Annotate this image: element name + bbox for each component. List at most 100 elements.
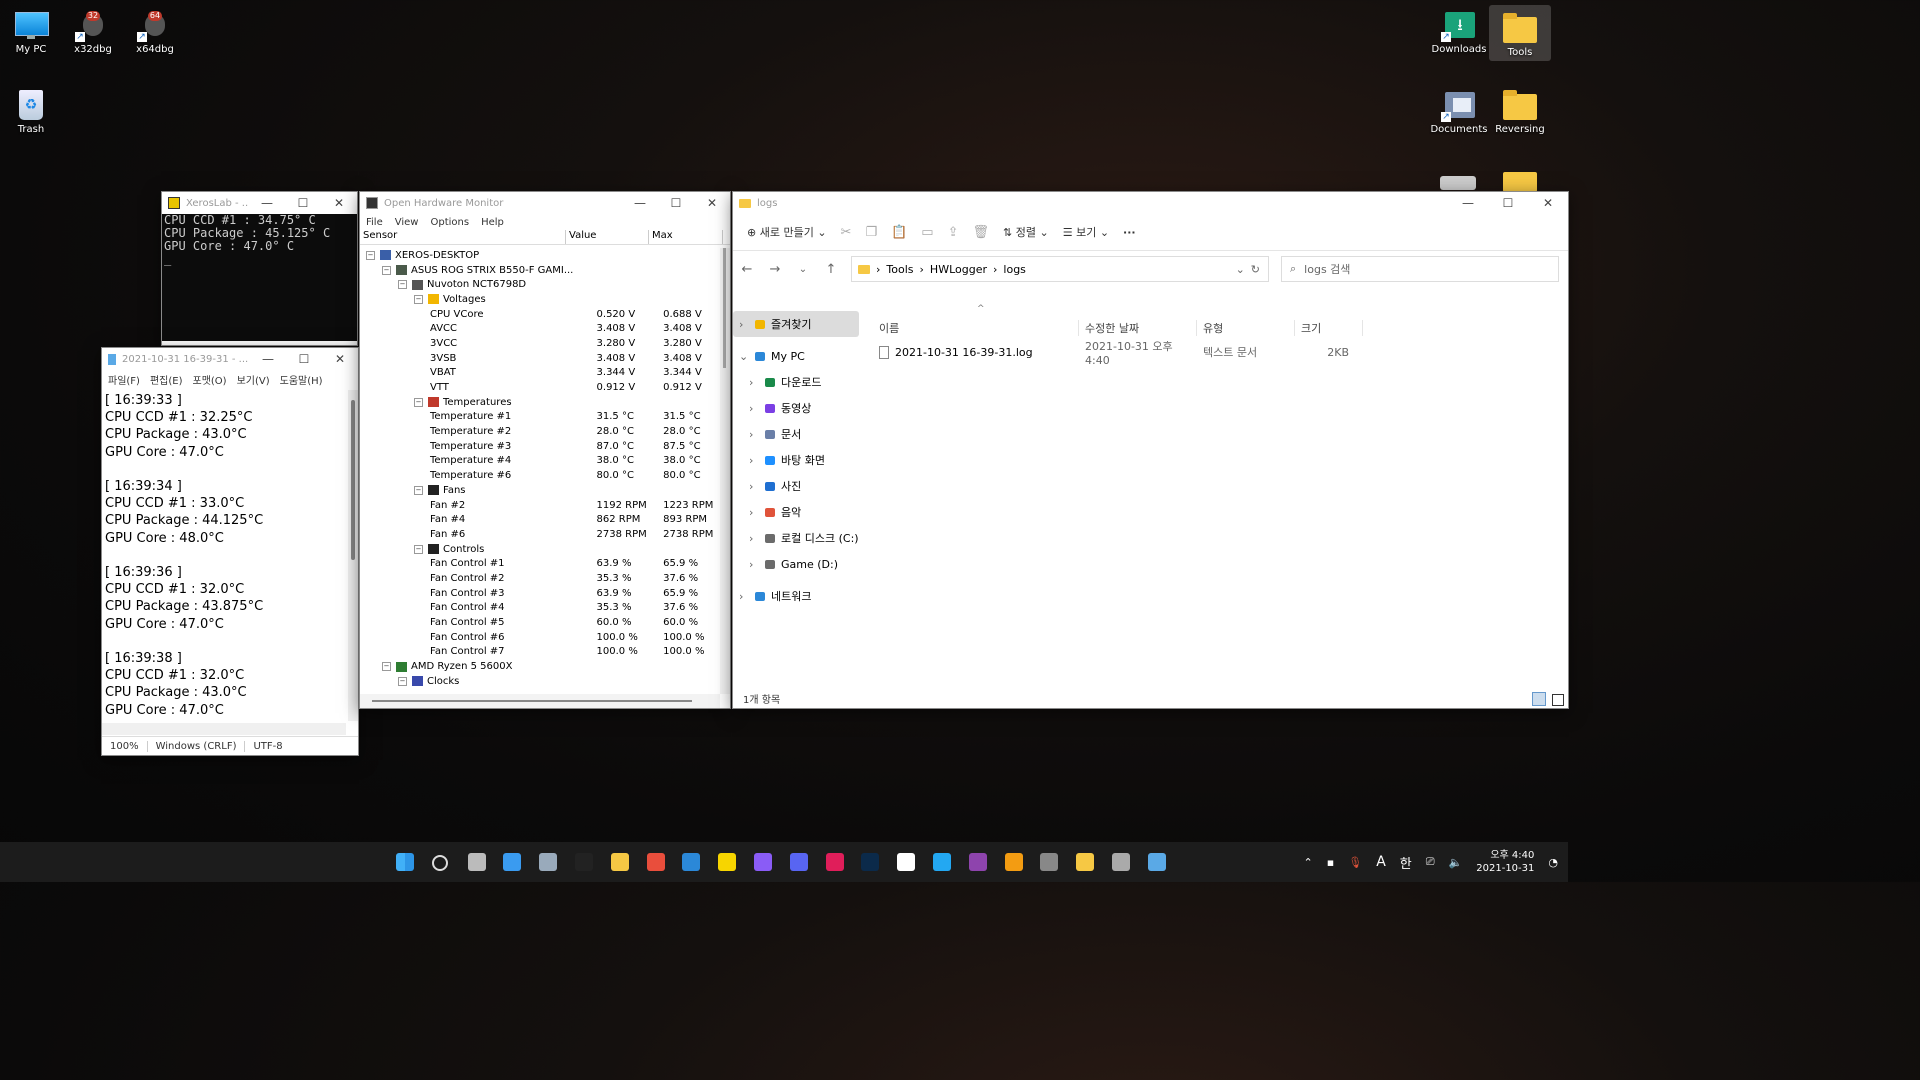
volume-icon[interactable]: 🔈 bbox=[1449, 856, 1463, 869]
details-view-icon[interactable] bbox=[1532, 692, 1546, 706]
address-bar[interactable]: › Tools › HWLogger › logs ⌄ ↻ bbox=[851, 256, 1269, 282]
nav-item-desktop[interactable]: › 바탕 화면 bbox=[733, 447, 863, 473]
nav-item-video[interactable]: › 동영상 bbox=[733, 395, 863, 421]
chevron-right-icon[interactable]: › bbox=[749, 506, 759, 519]
misc-icon[interactable] bbox=[1112, 853, 1130, 871]
nav-item-document[interactable]: › 문서 bbox=[733, 421, 863, 447]
tiles-view-icon[interactable] bbox=[1552, 694, 1564, 706]
sensor-row[interactable]: − XEROS-DESKTOP bbox=[360, 248, 720, 263]
maximize-button[interactable]: ☐ bbox=[285, 196, 321, 210]
sensor-row[interactable]: Temperature #3 87.0 °C 87.5 °C bbox=[360, 439, 720, 454]
horizontal-scrollbar[interactable] bbox=[102, 723, 346, 735]
forward-arrow-icon[interactable]: → bbox=[761, 262, 789, 277]
chevron-up-icon[interactable]: ⌃ bbox=[1304, 856, 1313, 869]
vertical-scrollbar[interactable] bbox=[720, 248, 730, 694]
maximize-button[interactable]: ☐ bbox=[286, 352, 322, 366]
chevron-down-icon[interactable]: ⌄ bbox=[739, 350, 749, 363]
sensor-row[interactable]: Temperature #1 31.5 °C 31.5 °C bbox=[360, 410, 720, 425]
view-button[interactable]: ☰ 보기 ⌄ bbox=[1063, 224, 1109, 240]
sensor-row[interactable]: VBAT 3.344 V 3.344 V bbox=[360, 366, 720, 381]
chevron-right-icon[interactable]: › bbox=[749, 532, 759, 545]
nav-item-drive-d[interactable]: › Game (D:) bbox=[733, 551, 863, 577]
sensor-row[interactable]: Fan #2 1192 RPM 1223 RPM bbox=[360, 498, 720, 513]
sensor-row[interactable]: − AMD Ryzen 5 5600X bbox=[360, 659, 720, 674]
start-icon[interactable] bbox=[396, 853, 414, 871]
column-type[interactable]: 유형 bbox=[1197, 320, 1295, 336]
explorer-window[interactable]: logs — ☐ ✕ ⊕ 새로 만들기 ⌄ ✂ ❐ 📋 ▭ ⇪ 🗑 ⇅ 정렬 ⌄… bbox=[732, 191, 1569, 709]
sort-button[interactable]: ⇅ 정렬 ⌄ bbox=[1003, 224, 1049, 240]
unity-icon[interactable] bbox=[1040, 853, 1059, 871]
breadcrumb-tools[interactable]: Tools bbox=[886, 263, 913, 276]
console-window[interactable]: XerosLab - ... — ☐ ✕ CPU CCD #1 : 34.75°… bbox=[161, 191, 358, 346]
collapse-toggle-icon[interactable]: − bbox=[414, 397, 423, 407]
breadcrumb-hwlogger[interactable]: HWLogger bbox=[930, 263, 987, 276]
menu-edit[interactable]: 편집(E) bbox=[150, 372, 183, 387]
minimize-button[interactable]: — bbox=[250, 352, 286, 366]
nav-item-download[interactable]: › 다운로드 bbox=[733, 369, 863, 395]
microphone-icon[interactable]: 🎙 bbox=[1348, 856, 1362, 869]
notification-icon[interactable]: ◔ bbox=[1548, 856, 1558, 869]
hwlogger-icon[interactable] bbox=[1076, 853, 1095, 871]
collapse-toggle-icon[interactable]: − bbox=[398, 280, 407, 290]
sensor-row[interactable]: Fan Control #4 35.3 % 37.6 % bbox=[360, 601, 720, 616]
chevron-right-icon[interactable]: › bbox=[749, 480, 759, 493]
widgets-icon[interactable] bbox=[503, 853, 522, 871]
desktop-icon-x64dbg[interactable]: 64 ↗ x64dbg bbox=[124, 2, 186, 55]
new-button[interactable]: ⊕ 새로 만들기 ⌄ bbox=[747, 224, 827, 240]
menu-view[interactable]: View bbox=[395, 217, 419, 228]
column-value[interactable]: Value bbox=[566, 230, 649, 244]
sensor-row[interactable]: Fan Control #6 100.0 % 100.0 % bbox=[360, 630, 720, 645]
file-explorer-icon[interactable] bbox=[610, 853, 629, 871]
close-button[interactable]: ✕ bbox=[1528, 196, 1568, 210]
sensor-row[interactable]: Fan Control #7 100.0 % 100.0 % bbox=[360, 645, 720, 660]
sensor-row[interactable]: − ASUS ROG STRIX B550-F GAMI... bbox=[360, 263, 720, 278]
notepad-icon[interactable] bbox=[1147, 853, 1166, 871]
chevron-right-icon[interactable]: › bbox=[749, 376, 759, 389]
task-view-icon[interactable] bbox=[467, 853, 486, 871]
sensor-row[interactable]: Temperature #4 38.0 °C 38.0 °C bbox=[360, 454, 720, 469]
refresh-icon[interactable]: ↻ bbox=[1251, 263, 1260, 276]
breadcrumb-logs[interactable]: logs bbox=[1003, 263, 1026, 276]
github-icon[interactable] bbox=[897, 853, 916, 871]
tray-app-icon[interactable]: ▪ bbox=[1327, 856, 1334, 869]
menu-options[interactable]: Options bbox=[430, 217, 469, 228]
notepad-window[interactable]: 2021-10-31 16-39-31 - ... — ☐ ✕ 파일(F) 편집… bbox=[101, 347, 359, 756]
share-icon[interactable]: ⇪ bbox=[948, 225, 959, 240]
sensor-row[interactable]: − Voltages bbox=[360, 292, 720, 307]
text-editor[interactable]: [ 16:39:33 ] CPU CCD #1 : 32.25°C CPU Pa… bbox=[102, 390, 346, 721]
menu-help[interactable]: Help bbox=[481, 217, 504, 228]
resource-monitor-icon[interactable] bbox=[539, 853, 558, 871]
column-date[interactable]: 수정한 날짜 bbox=[1079, 320, 1197, 336]
menu-format[interactable]: 포맷(O) bbox=[193, 372, 227, 387]
column-name[interactable]: 이름 bbox=[873, 320, 1079, 336]
collapse-toggle-icon[interactable]: − bbox=[398, 676, 407, 686]
terminal-icon[interactable] bbox=[575, 853, 593, 871]
sensor-row[interactable]: VTT 0.912 V 0.912 V bbox=[360, 380, 720, 395]
maximize-button[interactable]: ☐ bbox=[658, 196, 694, 210]
clock[interactable]: 오후 4:40 2021-10-31 bbox=[1476, 849, 1534, 875]
desktop-icon-my-pc[interactable]: My PC bbox=[0, 2, 62, 55]
horizontal-scrollbar[interactable] bbox=[360, 694, 720, 708]
paste-icon[interactable]: 📋 bbox=[891, 225, 907, 240]
chevron-right-icon[interactable]: › bbox=[749, 428, 759, 441]
file-row[interactable]: 2021-10-31 16-39-31.log 2021-10-31 오후 4:… bbox=[873, 340, 1568, 367]
column-size[interactable]: 크기 bbox=[1295, 320, 1363, 336]
ime-language[interactable]: 한 bbox=[1400, 853, 1412, 872]
photoshop-icon[interactable] bbox=[861, 853, 880, 871]
visual-studio-icon[interactable] bbox=[968, 853, 987, 871]
desktop-icon-tools[interactable]: Tools bbox=[1489, 5, 1551, 61]
chevron-right-icon[interactable]: › bbox=[739, 318, 749, 331]
kakaotalk-icon[interactable] bbox=[718, 853, 737, 871]
discord-icon[interactable] bbox=[789, 853, 808, 871]
close-button[interactable]: ✕ bbox=[694, 196, 730, 210]
sensor-row[interactable]: Temperature #6 80.0 °C 80.0 °C bbox=[360, 468, 720, 483]
desktop-icon-documents[interactable]: ↗ Documents bbox=[1428, 82, 1490, 135]
sensor-row[interactable]: Temperature #2 28.0 °C 28.0 °C bbox=[360, 424, 720, 439]
sensor-row[interactable]: − Fans bbox=[360, 483, 720, 498]
slack-icon[interactable] bbox=[825, 853, 844, 871]
more-options-button[interactable]: ··· bbox=[1123, 226, 1136, 239]
desktop-icon-x32dbg[interactable]: 32 ↗ x32dbg bbox=[62, 2, 124, 55]
folder-icon[interactable] bbox=[1503, 172, 1537, 192]
sensor-row[interactable]: AVCC 3.408 V 3.408 V bbox=[360, 321, 720, 336]
sensor-row[interactable]: Fan #6 2738 RPM 2738 RPM bbox=[360, 527, 720, 542]
